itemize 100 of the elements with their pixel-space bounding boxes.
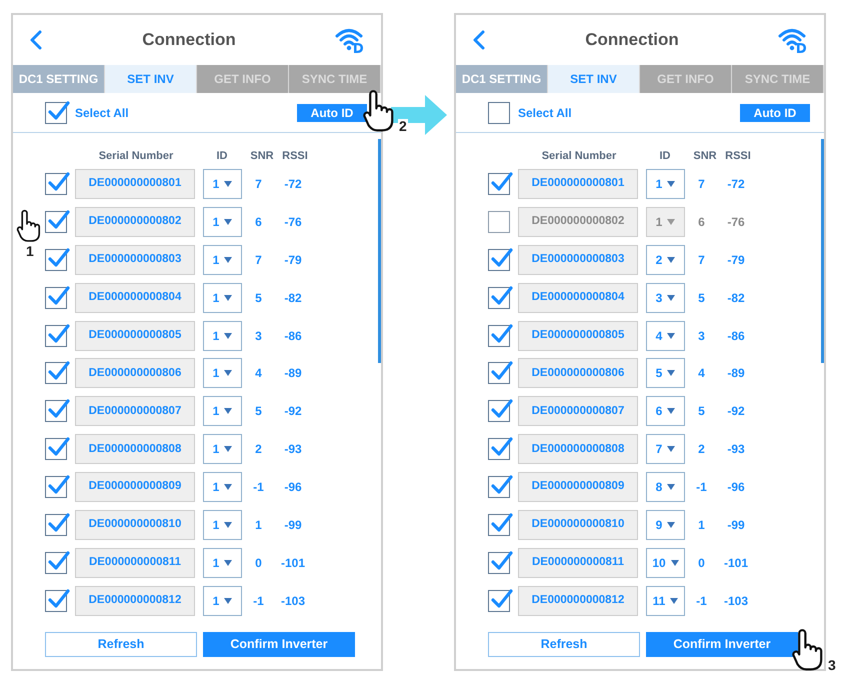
checkbox[interactable]	[488, 590, 510, 612]
confirm-button[interactable]: Confirm Inverter	[646, 632, 798, 657]
checkbox[interactable]	[45, 286, 67, 309]
id-dropdown[interactable]: 4	[646, 320, 685, 350]
rssi-value: -82	[284, 290, 302, 307]
checkbox[interactable]	[45, 438, 67, 460]
snr-value: 5	[255, 403, 262, 420]
checkbox[interactable]	[45, 514, 67, 536]
id-dropdown[interactable]: 1	[203, 434, 242, 464]
rssi-value: -92	[284, 403, 302, 420]
id-dropdown[interactable]: 6	[646, 396, 685, 426]
id-dropdown[interactable]: 1	[203, 168, 242, 199]
id-dropdown[interactable]: 1	[203, 472, 242, 502]
rssi-value: -99	[284, 516, 302, 534]
id-dropdown[interactable]: 1	[203, 282, 242, 313]
confirm-button[interactable]: Confirm Inverter	[203, 632, 355, 657]
checkbox[interactable]	[45, 362, 67, 384]
wifi-icon[interactable]	[335, 27, 365, 53]
snr-value: 2	[698, 441, 705, 458]
dropdown-caret-icon	[224, 598, 232, 604]
checkbox[interactable]	[45, 248, 67, 271]
id-dropdown[interactable]: 1	[203, 548, 242, 578]
serial-number-field: DE000000000804	[518, 282, 638, 313]
serial-number-field: DE000000000808	[518, 434, 638, 464]
id-dropdown[interactable]: 1	[646, 206, 685, 237]
snr-value: -1	[696, 592, 707, 610]
checkbox[interactable]	[45, 210, 67, 233]
serial-number-field: DE000000000801	[75, 168, 195, 199]
refresh-button[interactable]: Refresh	[45, 632, 197, 657]
id-dropdown[interactable]: 8	[646, 472, 685, 502]
dropdown-caret-icon	[670, 560, 679, 566]
scrollbar[interactable]	[821, 139, 824, 363]
dropdown-caret-icon	[224, 256, 232, 263]
id-dropdown[interactable]: 1	[203, 206, 242, 237]
checkbox[interactable]	[45, 102, 67, 124]
id-dropdown[interactable]: 11	[646, 586, 685, 616]
id-dropdown[interactable]: 1	[203, 320, 242, 350]
rssi-value: -86	[727, 328, 745, 344]
tab[interactable]: SET INV	[105, 65, 197, 93]
checkbox[interactable]	[45, 552, 67, 574]
column-header: RSSI	[725, 148, 751, 164]
id-dropdown[interactable]: 3	[646, 282, 685, 313]
checkbox[interactable]	[488, 324, 510, 346]
id-dropdown[interactable]: 1	[203, 510, 242, 540]
id-dropdown[interactable]: 2	[646, 244, 685, 275]
rssi-value: -89	[284, 365, 302, 382]
refresh-button[interactable]: Refresh	[488, 632, 640, 657]
checkbox[interactable]	[45, 476, 67, 498]
auto-id-button[interactable]: Auto ID	[740, 104, 810, 122]
serial-number-field: DE000000000805	[518, 320, 638, 350]
column-header: RSSI	[282, 148, 308, 164]
checkbox[interactable]	[488, 102, 510, 124]
screen-title: Connection	[585, 29, 679, 52]
snr-value: 4	[255, 365, 262, 382]
checkbox[interactable]	[488, 210, 510, 233]
screen-title: Connection	[142, 29, 236, 52]
id-dropdown[interactable]: 1	[203, 244, 242, 275]
checkbox[interactable]	[488, 552, 510, 574]
wifi-icon[interactable]	[778, 27, 808, 53]
rssi-value: -72	[727, 176, 745, 193]
id-dropdown[interactable]: 10	[646, 548, 685, 578]
checkbox[interactable]	[488, 400, 510, 422]
id-dropdown[interactable]: 5	[646, 358, 685, 388]
id-dropdown[interactable]: 1	[203, 358, 242, 388]
back-icon[interactable]	[472, 30, 486, 50]
checkbox[interactable]	[488, 286, 510, 309]
id-dropdown[interactable]: 1	[646, 168, 685, 199]
checkbox[interactable]	[45, 590, 67, 612]
rssi-value: -79	[284, 252, 302, 269]
id-dropdown[interactable]: 1	[203, 586, 242, 616]
checkbox[interactable]	[488, 362, 510, 384]
column-header: SNR	[250, 148, 274, 164]
dropdown-caret-icon	[667, 180, 676, 187]
snr-value: 6	[255, 214, 262, 231]
snr-value: 3	[698, 328, 705, 344]
checkbox[interactable]	[488, 438, 510, 460]
checkbox[interactable]	[45, 172, 67, 195]
auto-id-button[interactable]: Auto ID	[297, 104, 367, 122]
tab[interactable]: DC1 SETTING	[13, 65, 105, 93]
checkbox[interactable]	[45, 400, 67, 422]
scrollbar[interactable]	[378, 139, 381, 363]
dropdown-caret-icon	[667, 370, 676, 376]
checkbox[interactable]	[488, 514, 510, 536]
rssi-value: -93	[727, 441, 745, 458]
dropdown-caret-icon	[667, 408, 676, 414]
id-dropdown[interactable]: 7	[646, 434, 685, 464]
snr-value: 7	[698, 252, 705, 269]
checkbox[interactable]	[45, 324, 67, 346]
dropdown-caret-icon	[224, 218, 232, 225]
tab[interactable]: SET INV	[548, 65, 640, 93]
serial-number-field: DE000000000803	[518, 244, 638, 275]
id-dropdown[interactable]: 1	[203, 396, 242, 426]
checkbox[interactable]	[488, 248, 510, 271]
tab[interactable]: DC1 SETTING	[456, 65, 548, 93]
checkbox[interactable]	[488, 172, 510, 195]
checkbox[interactable]	[488, 476, 510, 498]
rssi-value: -103	[280, 592, 306, 610]
rssi-value: -101	[724, 554, 748, 572]
back-icon[interactable]	[29, 30, 43, 50]
id-dropdown[interactable]: 9	[646, 510, 685, 540]
